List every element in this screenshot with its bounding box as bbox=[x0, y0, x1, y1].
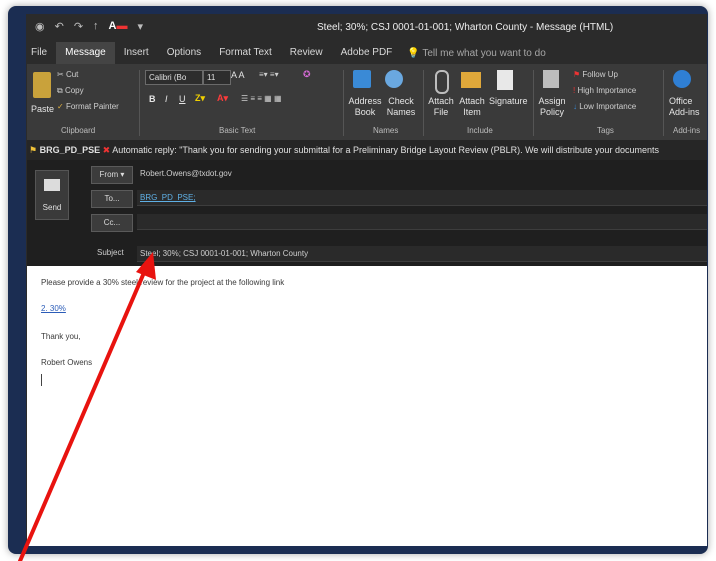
assign-policy-icon[interactable] bbox=[543, 70, 559, 88]
body-thanks: Thank you, bbox=[41, 332, 81, 341]
low-importance-label: Low Importance bbox=[579, 102, 637, 111]
bullets-icon[interactable]: ≡▾ ≡▾ bbox=[259, 70, 279, 79]
to-button[interactable]: To... bbox=[91, 190, 133, 208]
check-names-button[interactable]: Check Names bbox=[385, 96, 417, 118]
ribbon-separator bbox=[663, 70, 664, 136]
text-cursor bbox=[41, 374, 42, 386]
high-importance-button[interactable]: ! High Importance bbox=[573, 86, 636, 95]
send-icon bbox=[44, 179, 60, 191]
send-label: Send bbox=[42, 203, 62, 212]
clear-format-icon[interactable]: ✪ bbox=[303, 69, 311, 80]
tags-group-label: Tags bbox=[597, 126, 614, 135]
office-addins-button[interactable]: Office Add-ins bbox=[669, 96, 705, 118]
from-label: From bbox=[99, 170, 119, 179]
body-line-request: Please provide a 30% steel review for th… bbox=[41, 278, 285, 287]
tab-review[interactable]: Review bbox=[281, 42, 332, 64]
tab-adobe-pdf[interactable]: Adobe PDF bbox=[332, 42, 402, 64]
customize-qat-icon[interactable]: ▾ bbox=[138, 20, 144, 33]
flag-icon: ⚑ bbox=[29, 145, 38, 155]
attach-item-button[interactable]: Attach Item bbox=[457, 96, 487, 118]
italic-button[interactable]: I bbox=[165, 94, 168, 104]
tab-insert[interactable]: Insert bbox=[115, 42, 158, 64]
ribbon-separator bbox=[423, 70, 424, 136]
ribbon-tabs: File Message Insert Options Format Text … bbox=[27, 42, 707, 64]
high-importance-label: High Importance bbox=[577, 86, 637, 95]
ribbon: Paste ✂ Cut ⧉ Copy ✓ Format Painter Clip… bbox=[27, 64, 707, 140]
low-importance-button[interactable]: ↓ Low Importance bbox=[573, 102, 636, 111]
message-body[interactable]: Please provide a 30% steel review for th… bbox=[27, 266, 707, 546]
assign-policy-button[interactable]: Assign Policy bbox=[537, 96, 567, 118]
cc-button[interactable]: Cc... bbox=[91, 214, 133, 232]
window-title: Steel; 30%; CSJ 0001-01-001; Wharton Cou… bbox=[317, 22, 614, 33]
from-field: Robert.Owens@txdot.gov bbox=[140, 169, 232, 178]
check-names-icon[interactable] bbox=[385, 70, 403, 88]
to-field[interactable]: BRG_PD_PSE; bbox=[137, 190, 707, 206]
office-addins-icon[interactable] bbox=[673, 70, 691, 88]
tab-file[interactable]: File bbox=[27, 42, 56, 64]
follow-up-label: Follow Up bbox=[582, 70, 618, 79]
message-header: Send From ▾ Robert.Owens@txdot.gov To...… bbox=[27, 160, 707, 266]
font-color-icon[interactable]: A▬ bbox=[109, 20, 128, 33]
project-link[interactable]: 2. 30% bbox=[41, 304, 66, 313]
signature-icon[interactable] bbox=[497, 70, 513, 90]
names-group-label: Names bbox=[373, 126, 399, 135]
tab-message[interactable]: Message bbox=[56, 42, 115, 64]
quick-access-toolbar: ◉ ↶ ↷ ↑ A▬ ▾ bbox=[35, 20, 143, 33]
ribbon-separator bbox=[139, 70, 140, 136]
clipboard-group-label: Clipboard bbox=[61, 126, 96, 135]
highlight-icon[interactable]: Z▾ bbox=[195, 93, 205, 104]
grow-font-icon[interactable]: A A bbox=[231, 70, 245, 80]
paste-button[interactable]: Paste bbox=[31, 104, 54, 114]
underline-button[interactable]: U bbox=[179, 94, 186, 104]
signature-button[interactable]: Signature bbox=[489, 96, 528, 106]
outlook-message-window: ◉ ↶ ↷ ↑ A▬ ▾ Steel; 30%; CSJ 0001-01-001… bbox=[26, 14, 707, 546]
from-button[interactable]: From ▾ bbox=[91, 166, 133, 184]
send-button[interactable]: Send bbox=[35, 170, 69, 220]
to-recipient[interactable]: BRG_PD_PSE; bbox=[140, 193, 196, 202]
ribbon-separator bbox=[533, 70, 534, 136]
attach-file-button[interactable]: Attach File bbox=[427, 96, 455, 118]
subject-field[interactable]: Steel; 30%; CSJ 0001-01-001; Wharton Cou… bbox=[137, 246, 707, 262]
tab-format-text[interactable]: Format Text bbox=[210, 42, 281, 64]
tell-me-text: Tell me what you want to do bbox=[422, 47, 546, 59]
cut-button[interactable]: ✂ Cut bbox=[57, 70, 78, 79]
include-group-label: Include bbox=[467, 126, 493, 135]
redo-icon[interactable]: ↷ bbox=[74, 20, 83, 33]
format-painter-button[interactable]: ✓ Format Painter bbox=[57, 102, 119, 111]
address-book-icon[interactable] bbox=[353, 70, 371, 88]
font-size-select[interactable]: 11 bbox=[203, 70, 231, 85]
subject-label: Subject bbox=[97, 248, 124, 257]
tab-options[interactable]: Options bbox=[158, 42, 210, 64]
copy-label: Copy bbox=[64, 86, 84, 95]
body-signature: Robert Owens bbox=[41, 358, 93, 367]
up-arrow-icon[interactable]: ↑ bbox=[93, 20, 99, 33]
tell-me-search[interactable]: 💡 Tell me what you want to do bbox=[401, 48, 545, 59]
attach-item-icon[interactable] bbox=[461, 72, 481, 88]
auto-reply-infobar[interactable]: ⚑ BRG_PD_PSE ✖ Automatic reply: "Thank y… bbox=[27, 140, 707, 160]
paste-icon[interactable] bbox=[33, 72, 51, 98]
save-icon[interactable]: ◉ bbox=[35, 20, 45, 33]
infobar-text: Automatic reply: "Thank you for sending … bbox=[112, 145, 659, 155]
addins-group-label: Add-ins bbox=[673, 126, 701, 135]
bold-button[interactable]: B bbox=[149, 94, 156, 104]
basic-text-group-label: Basic Text bbox=[219, 126, 256, 135]
cut-label: Cut bbox=[65, 70, 79, 79]
attach-file-icon[interactable] bbox=[435, 70, 449, 94]
ribbon-separator bbox=[343, 70, 344, 136]
error-icon: ✖ bbox=[102, 145, 111, 155]
address-book-button[interactable]: Address Book bbox=[347, 96, 383, 118]
font-color-button[interactable]: A▾ bbox=[217, 93, 228, 104]
undo-icon[interactable]: ↶ bbox=[55, 20, 64, 33]
align-icons[interactable]: ☰ ≡ ≡ ▦ ▦ bbox=[241, 94, 282, 103]
copy-button[interactable]: ⧉ Copy bbox=[57, 86, 84, 96]
infobar-sender: BRG_PD_PSE bbox=[39, 145, 101, 155]
title-bar: ◉ ↶ ↷ ↑ A▬ ▾ Steel; 30%; CSJ 0001-01-001… bbox=[27, 14, 707, 42]
font-name-select[interactable]: Calibri (Bo bbox=[145, 70, 203, 85]
cc-field[interactable] bbox=[137, 214, 707, 230]
format-painter-label: Format Painter bbox=[65, 102, 119, 111]
follow-up-button[interactable]: ⚑ Follow Up bbox=[573, 70, 618, 79]
